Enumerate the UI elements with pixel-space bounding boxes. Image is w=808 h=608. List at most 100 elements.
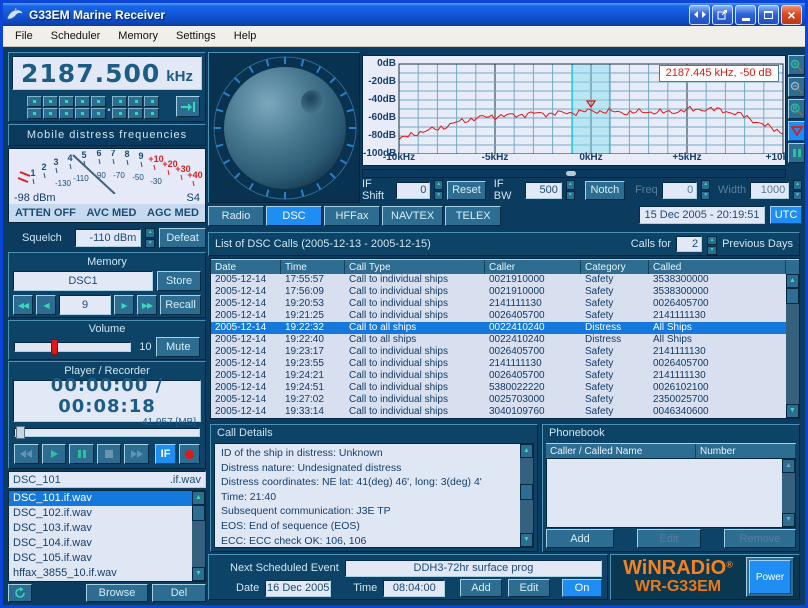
- if-shift-field[interactable]: 0: [396, 182, 430, 199]
- scroll-up-button[interactable]: ▲: [192, 491, 205, 505]
- scroll-down-button[interactable]: ▼: [520, 533, 533, 547]
- avc-toggle[interactable]: AVC MED: [87, 207, 137, 219]
- zoom-in-button[interactable]: [788, 55, 805, 75]
- scroll-down-button[interactable]: ▼: [192, 567, 205, 581]
- days-up-button[interactable]: ▲: [707, 236, 717, 245]
- memory-prev-button[interactable]: ◀: [36, 295, 56, 315]
- phonebook-add-button[interactable]: Add: [546, 529, 614, 548]
- zoom-out-button[interactable]: [788, 77, 805, 97]
- memory-channel-field[interactable]: 9: [59, 295, 111, 315]
- play-button[interactable]: [42, 444, 67, 464]
- digit-down-button[interactable]: [43, 108, 58, 119]
- memory-last-button[interactable]: ▶▶: [137, 295, 157, 315]
- table-row[interactable]: 2005-12-1419:23:55Call to individual shi…: [211, 358, 786, 370]
- scroll-down-button[interactable]: ▼: [786, 404, 799, 418]
- table-row[interactable]: 2005-12-1419:22:40Call to all ships00224…: [211, 334, 786, 346]
- scroll-up-button[interactable]: ▲: [786, 274, 799, 288]
- if-shift-up-button[interactable]: ▲: [434, 180, 443, 190]
- table-row[interactable]: 2005-12-1419:27:02Call to individual shi…: [211, 394, 786, 406]
- file-item[interactable]: DSC_104.if.wav: [9, 536, 192, 551]
- spectrum-display[interactable]: 0dB-20dB-40dB-60dB-80dB-100dB -10kHz-5kH…: [362, 55, 786, 166]
- file-list-scrollbar[interactable]: ▲ ▼: [192, 491, 205, 581]
- table-row[interactable]: 2005-12-1419:24:21Call to individual shi…: [211, 370, 786, 382]
- minimize-button[interactable]: [735, 5, 756, 25]
- table-row[interactable]: 2005-12-1417:56:09Call to individual shi…: [211, 286, 786, 298]
- memory-store-button[interactable]: Store: [157, 271, 201, 291]
- tab-navtex[interactable]: NAVTEX: [382, 206, 443, 226]
- digit-down-button[interactable]: [91, 108, 106, 119]
- details-scrollbar[interactable]: ▲ ▼: [520, 444, 533, 547]
- column-header-category[interactable]: Category: [581, 260, 649, 274]
- digit-spinner[interactable]: [91, 96, 106, 119]
- file-item[interactable]: DSC_105.if.wav: [9, 551, 192, 566]
- digit-up-button[interactable]: [128, 96, 143, 107]
- calls-for-days-field[interactable]: 2: [676, 236, 702, 252]
- squelch-value-field[interactable]: -110 dBm: [75, 229, 142, 247]
- if-shift-down-button[interactable]: ▼: [434, 191, 443, 201]
- table-row[interactable]: 2005-12-1419:33:14Call to individual shi…: [211, 406, 786, 418]
- menu-help[interactable]: Help: [225, 28, 266, 44]
- digit-down-button[interactable]: [112, 108, 127, 119]
- digit-spinner[interactable]: [112, 96, 127, 119]
- if-shift-reset-button[interactable]: Reset: [447, 181, 486, 200]
- if-bw-field[interactable]: 500: [525, 182, 562, 199]
- notch-button[interactable]: Notch: [585, 181, 625, 200]
- table-row[interactable]: 2005-12-1417:55:57Call to individual shi…: [211, 274, 786, 286]
- squelch-down-button[interactable]: ▼: [145, 239, 155, 249]
- fast-forward-button[interactable]: [124, 444, 149, 464]
- spectrum-pause-button[interactable]: [788, 143, 805, 163]
- table-row[interactable]: 2005-12-1419:21:25Call to individual shi…: [211, 310, 786, 322]
- browse-button[interactable]: Browse: [86, 584, 148, 602]
- stop-button[interactable]: [97, 444, 122, 464]
- memory-next-button[interactable]: ▶: [114, 295, 134, 315]
- power-button[interactable]: Power: [749, 560, 791, 594]
- atten-toggle[interactable]: ATTEN OFF: [15, 207, 76, 219]
- squelch-defeat-button[interactable]: Defeat: [159, 228, 206, 248]
- table-row[interactable]: 2005-12-1419:20:53Call to individual shi…: [211, 298, 786, 310]
- squelch-up-button[interactable]: ▲: [145, 228, 155, 238]
- digit-spinner[interactable]: [59, 96, 74, 119]
- tuning-knob[interactable]: [210, 53, 360, 203]
- file-item[interactable]: hffax_3855_10.if.wav: [9, 566, 192, 581]
- tab-dsc[interactable]: DSC: [266, 206, 322, 226]
- volume-slider[interactable]: [14, 342, 131, 352]
- table-row[interactable]: 2005-12-1419:22:32Call to all ships00224…: [211, 322, 786, 334]
- maximize-button[interactable]: [758, 5, 779, 25]
- table-row[interactable]: 2005-12-1419:24:51Call to individual shi…: [211, 382, 786, 394]
- filename-row[interactable]: DSC_101 .if.wav: [8, 471, 206, 488]
- tab-telex[interactable]: TELEX: [445, 206, 501, 226]
- table-row[interactable]: 2005-12-1419:23:17Call to individual shi…: [211, 346, 786, 358]
- digit-spinner[interactable]: [128, 96, 143, 119]
- digit-spinner[interactable]: [144, 96, 159, 119]
- spectrum-scrollbar[interactable]: [362, 169, 786, 178]
- scheduler-edit-button[interactable]: Edit: [508, 579, 550, 597]
- phonebook-list[interactable]: ▲ ▼: [546, 458, 796, 528]
- phonebook-column-name[interactable]: Caller / Called Name: [546, 444, 696, 458]
- digit-up-button[interactable]: [59, 96, 74, 107]
- agc-toggle[interactable]: AGC MED: [147, 207, 199, 219]
- player-progress-slider[interactable]: [14, 428, 200, 437]
- digit-up-button[interactable]: [112, 96, 127, 107]
- digit-up-button[interactable]: [91, 96, 106, 107]
- menu-scheduler[interactable]: Scheduler: [42, 28, 110, 44]
- menu-file[interactable]: File: [6, 28, 42, 44]
- digit-spinner[interactable]: [75, 96, 90, 119]
- scheduler-add-button[interactable]: Add: [460, 579, 502, 597]
- mute-button[interactable]: Mute: [156, 337, 200, 357]
- scroll-up-button[interactable]: ▲: [782, 459, 795, 473]
- days-down-button[interactable]: ▼: [707, 246, 717, 255]
- digit-spinner[interactable]: [27, 96, 42, 119]
- digit-down-button[interactable]: [75, 108, 90, 119]
- table-scrollbar[interactable]: ▲ ▼: [786, 274, 799, 418]
- player-progress-handle[interactable]: [16, 426, 25, 439]
- event-time-field[interactable]: 08:04:00: [383, 580, 445, 597]
- compact-view-button[interactable]: [689, 5, 710, 25]
- if-record-mode-button[interactable]: IF: [155, 444, 176, 464]
- column-header-caller[interactable]: Caller: [485, 260, 581, 274]
- digit-down-button[interactable]: [128, 108, 143, 119]
- digit-down-button[interactable]: [144, 108, 159, 119]
- close-button[interactable]: ×: [781, 5, 802, 25]
- digit-down-button[interactable]: [27, 108, 42, 119]
- pause-button[interactable]: [69, 444, 94, 464]
- marker-button[interactable]: [788, 121, 805, 141]
